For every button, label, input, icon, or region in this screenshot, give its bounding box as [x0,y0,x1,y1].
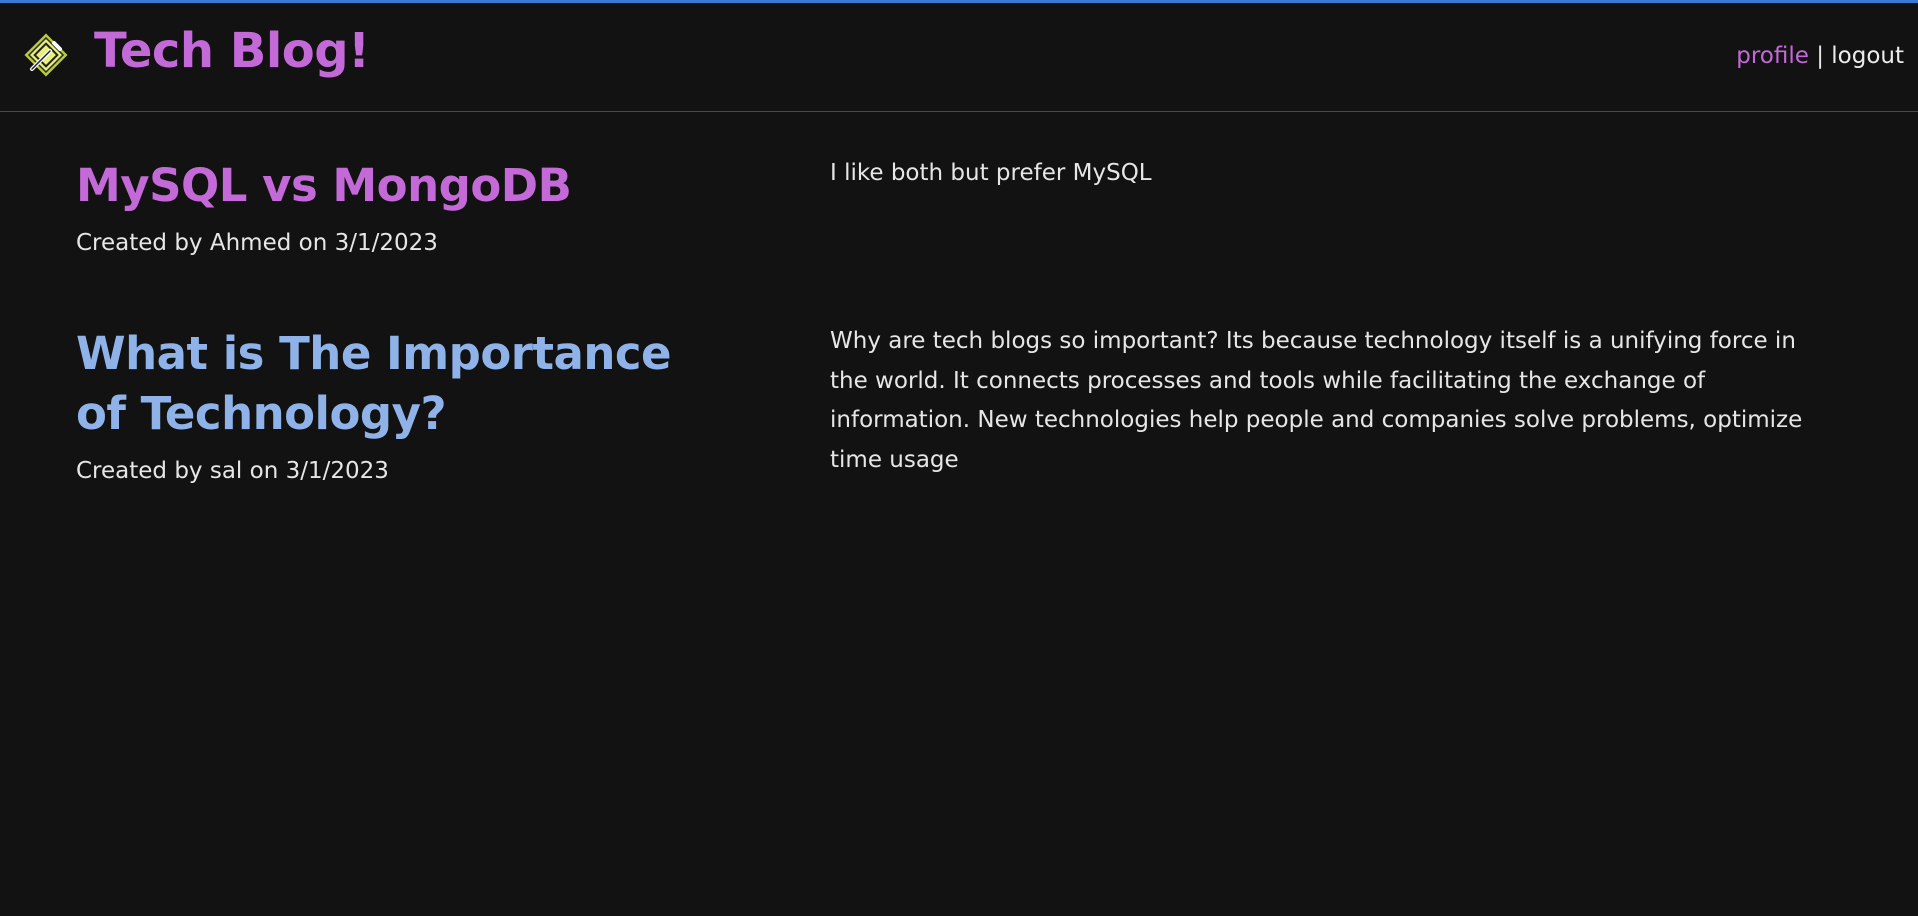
site-title[interactable]: Tech Blog! [94,23,370,79]
badge-logo-icon[interactable] [20,29,72,81]
profile-link[interactable]: profile [1736,43,1809,69]
post-meta: Created by sal on 3/1/2023 [76,458,389,484]
site-header: Tech Blog! profile | logout [0,3,1918,112]
nav-separator: | [1816,43,1824,69]
post-title[interactable]: MySQL vs MongoDB [76,156,716,216]
post-body: I like both but prefer MySQL [830,160,1152,186]
post-body: Why are tech blogs so important? Its bec… [830,328,1803,473]
post-title[interactable]: What is The Importance of Technology? [76,324,716,444]
post-meta: Created by Ahmed on 3/1/2023 [76,230,438,256]
logout-link[interactable]: logout [1831,43,1904,69]
header-nav: profile | logout [1736,43,1904,69]
